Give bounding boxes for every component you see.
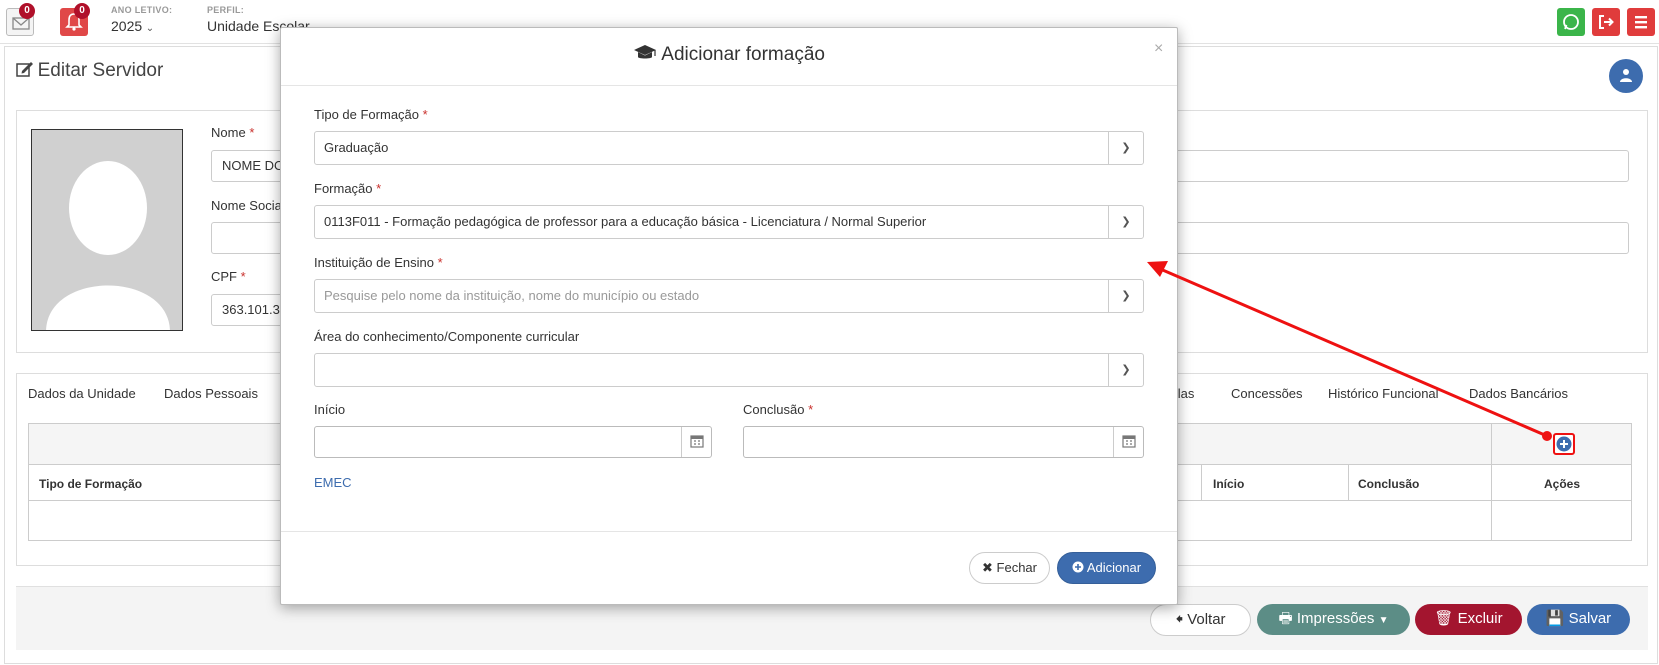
- annotation-arrow: [1147, 261, 1552, 441]
